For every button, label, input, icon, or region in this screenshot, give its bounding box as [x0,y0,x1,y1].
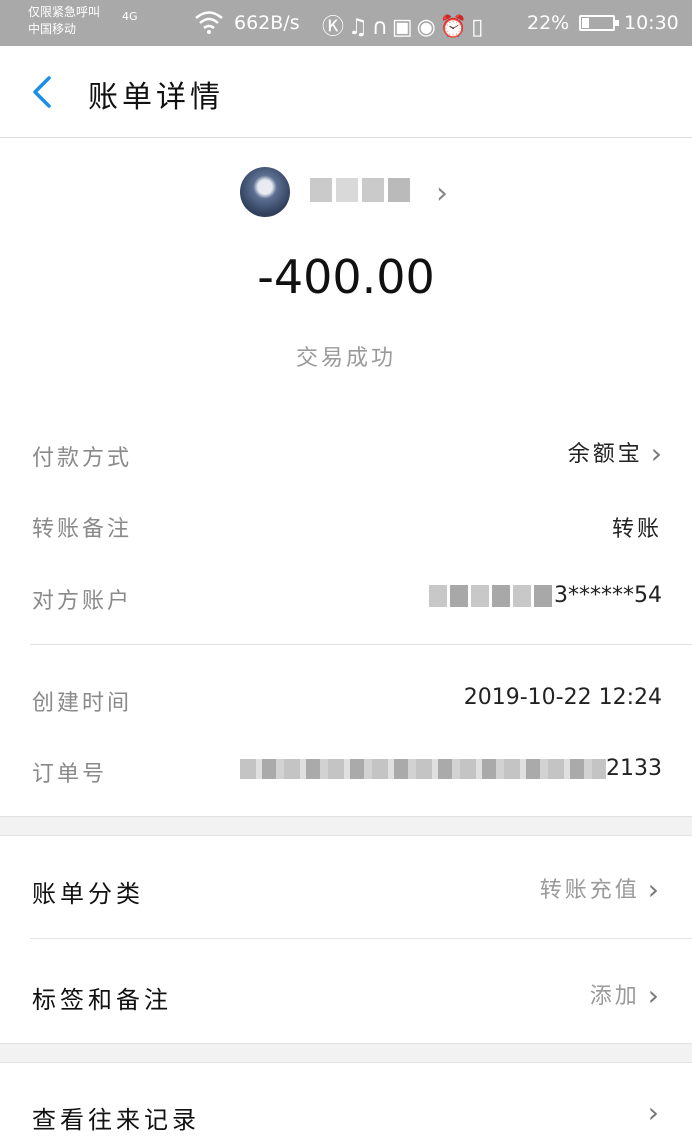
page-title: 账单详情 [88,80,224,115]
clock: 10:30 [624,12,679,34]
divider [30,644,692,645]
created-time-value: 2019-10-22 12:24 [463,685,662,710]
chevron-right-icon: › [650,437,662,470]
payment-method-row[interactable]: 余额宝 › [568,436,662,470]
bill-category-row[interactable]: 转账充值 › [540,872,662,906]
avatar[interactable] [240,167,290,217]
app-k-icon: Ⓚ [322,15,349,40]
transaction-status: 交易成功 [295,346,396,371]
alarm-icon: ⏰ [439,15,472,40]
nav-bar: 账单详情 [0,46,692,138]
carrier-line-1: 仅限紧急呼叫 [28,5,101,19]
qq-icon: ♫ [348,15,372,40]
hd-icon: ▣ [391,15,417,40]
battery-icon [579,15,619,31]
counterparty-account: 3******54 [429,583,662,608]
created-time-label: 创建时间 [32,691,133,716]
payment-method-label: 付款方式 [32,446,133,471]
divider [30,938,692,939]
payment-method-value: 余额宝 [567,442,643,467]
chevron-right-icon: › [647,1096,662,1129]
order-number-label: 订单号 [32,762,108,787]
account-redacted [429,585,552,607]
view-history-row[interactable]: › [640,1096,662,1129]
headset-icon: ∩ [371,15,392,40]
transfer-note-value: 转账 [611,517,662,542]
eye-icon: ◉ [416,15,440,40]
status-icons: Ⓚ♫∩▣◉⏰▯ [322,9,487,41]
carrier-line-2: 中国移动 [28,22,77,36]
transfer-note-label: 转账备注 [32,517,133,542]
order-number-value: 2133 [606,756,662,781]
back-arrow-icon[interactable] [30,74,54,110]
counterparty-account-value: 3******54 [554,583,662,608]
order-number-redacted [240,759,606,779]
counterparty-account-label: 对方账户 [32,589,133,614]
counterparty-name-redacted[interactable] [310,178,410,206]
bill-category-label[interactable]: 账单分类 [32,874,144,909]
status-bar: 仅限紧急呼叫 中国移动 4G 662B/s Ⓚ♫∩▣◉⏰▯ 22% 10:30 [0,0,692,46]
tags-notes-label[interactable]: 标签和备注 [32,980,172,1015]
wifi-icon [195,11,223,34]
tags-notes-row[interactable]: 添加 › [590,978,662,1012]
section-separator [0,1043,692,1063]
view-history-label[interactable]: 查看往来记录 [32,1100,200,1135]
network-type: 4G [122,10,138,23]
chevron-right-icon: › [647,873,662,906]
carrier-text: 仅限紧急呼叫 中国移动 [28,4,100,38]
order-number[interactable]: 2133 [240,756,662,781]
chevron-right-icon[interactable]: › [436,176,448,211]
tags-notes-value: 添加 [589,984,640,1009]
battery-percent: 22% [527,12,570,34]
bill-category-value: 转账充值 [539,878,640,903]
chevron-right-icon: › [647,979,662,1012]
vibrate-icon: ▯ [471,15,488,40]
transaction-amount: -400.00 [257,250,435,304]
section-separator [0,816,692,836]
net-speed: 662B/s [234,12,300,34]
